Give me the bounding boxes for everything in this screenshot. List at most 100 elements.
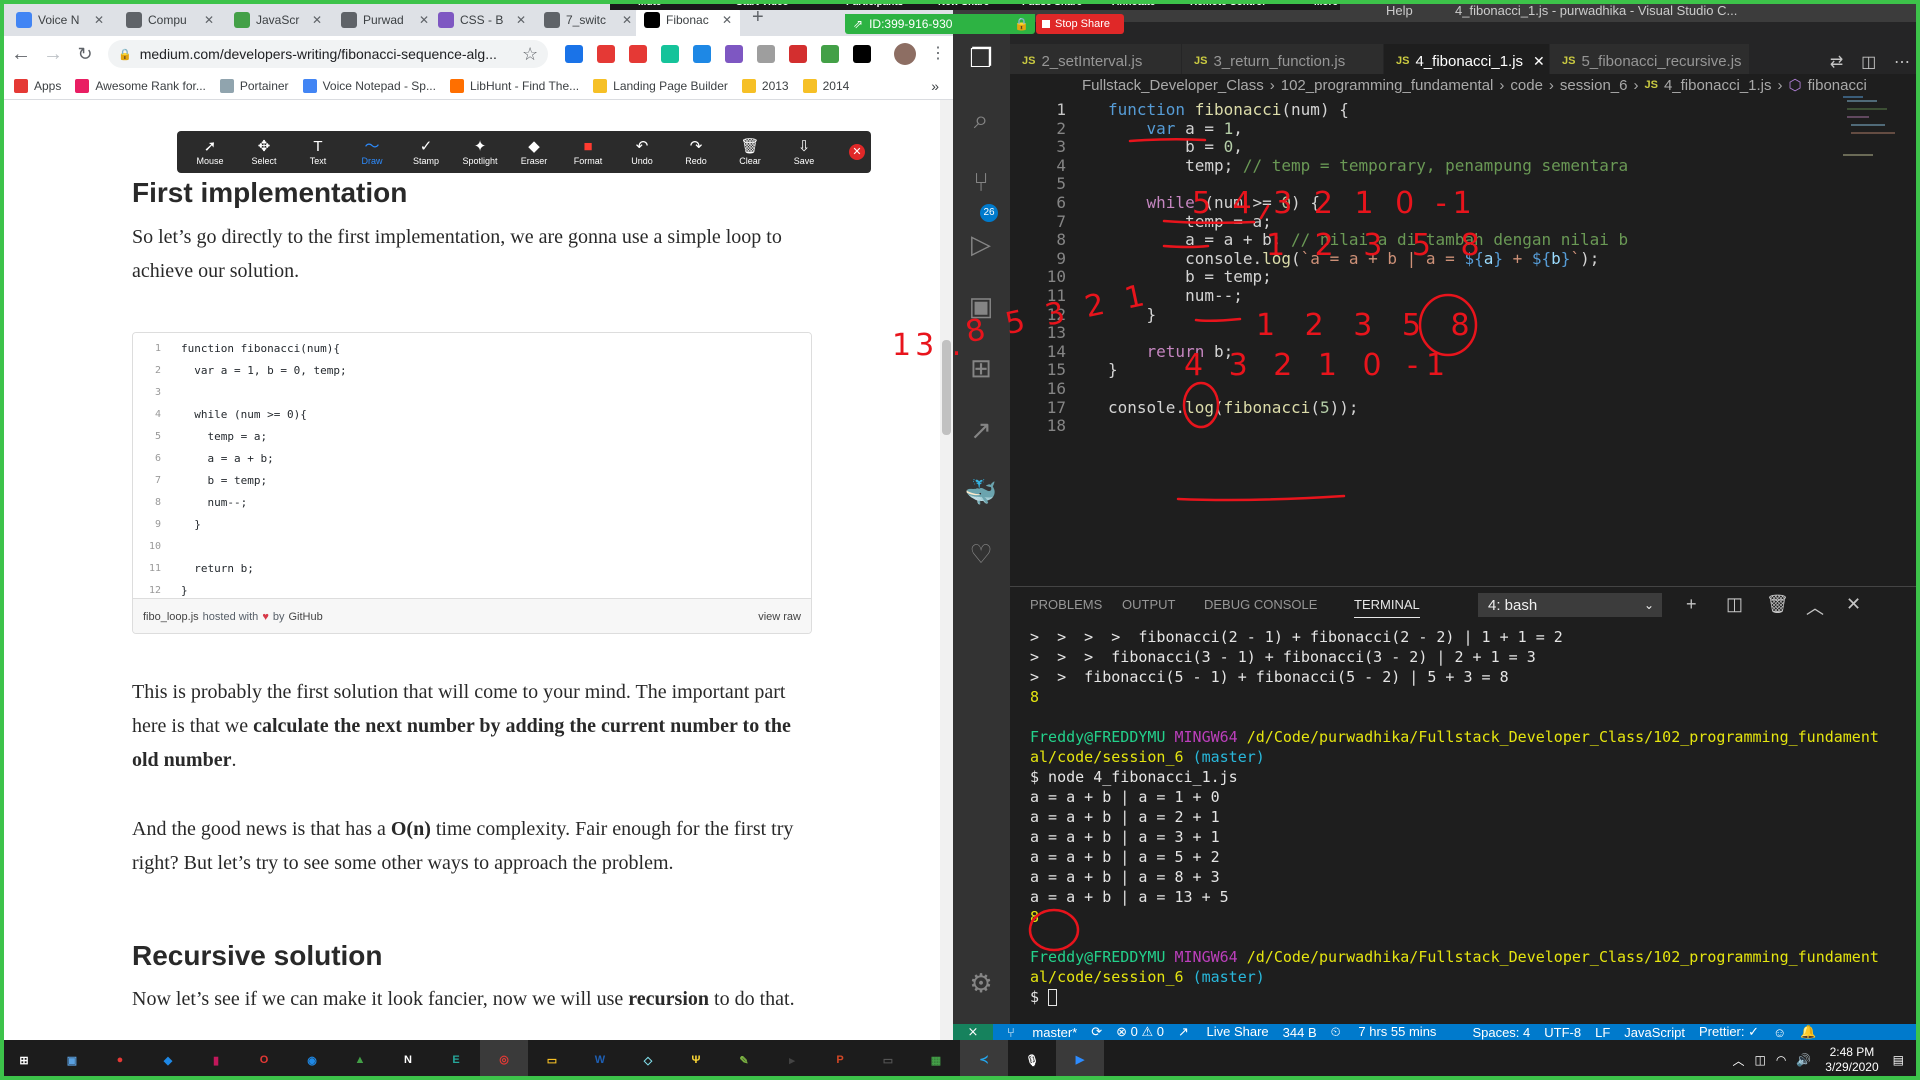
ext-face-icon[interactable] xyxy=(725,45,743,63)
code-editor[interactable]: 1 function fibonacci(num) {2 var a = 1, 3 … xyxy=(1010,96,1920,576)
word-taskbar-button[interactable]: W xyxy=(576,1040,624,1080)
maps-taskbar-button[interactable]: ◉ xyxy=(288,1040,336,1080)
action-center-icon[interactable]: ▤ xyxy=(1893,1053,1904,1067)
explorer-icon[interactable]: ❐ xyxy=(965,42,997,74)
vscode-taskbar-button[interactable]: ≺ xyxy=(960,1040,1008,1080)
debug-icon[interactable]: ▷ xyxy=(965,228,997,260)
close-tab-icon[interactable]: ✕ xyxy=(1533,53,1545,70)
windows-start-taskbar-button[interactable]: ⊞ xyxy=(0,1040,48,1080)
source-control-icon[interactable]: ⑂ xyxy=(965,166,997,198)
more-actions-icon[interactable]: ⋯ xyxy=(1894,54,1910,71)
testing-icon[interactable]: ♡ xyxy=(965,538,997,570)
remote-indicator-icon[interactable]: ⨯ xyxy=(953,1024,993,1040)
reload-button[interactable]: ↻ xyxy=(70,39,100,69)
browser-tab[interactable]: Compu ✕ xyxy=(118,4,222,36)
annotate-select-button[interactable]: ✥ Select xyxy=(237,131,291,173)
close-panel-icon[interactable]: ✕ xyxy=(1846,594,1861,615)
annotate-draw-button[interactable]: 〜 Draw xyxy=(345,131,399,173)
breadcrumb-item[interactable]: 4_fibonacci_1.js xyxy=(1664,77,1772,94)
status-branch[interactable]: ⑂ master* xyxy=(1007,1025,1077,1040)
extensions-icon[interactable]: ⊞ xyxy=(965,352,997,384)
new-terminal-icon[interactable]: + xyxy=(1686,594,1697,615)
tab-problems[interactable]: PROBLEMS xyxy=(1030,597,1102,612)
zoom-control-start-video[interactable]: Start Video xyxy=(736,0,789,8)
zoom-control-participants[interactable]: Participants xyxy=(846,0,903,8)
close-tab-icon[interactable]: ✕ xyxy=(512,13,526,27)
app-multi-taskbar-button[interactable]: ▦ xyxy=(912,1040,960,1080)
bookmark-item[interactable]: Portainer xyxy=(219,78,289,93)
notion-icon[interactable] xyxy=(853,45,871,63)
powerpoint-taskbar-button[interactable]: P xyxy=(816,1040,864,1080)
ext-v-icon[interactable] xyxy=(565,45,583,63)
terminal-output[interactable]: > > > > fibonacci(2 - 1) + fibonacci(2 -… xyxy=(1010,627,1920,1025)
annotate-stamp-button[interactable]: ✓ Stamp xyxy=(399,131,453,173)
annotate-eraser-button[interactable]: ◆ Eraser xyxy=(507,131,561,173)
bookmark-item[interactable]: 2014 xyxy=(802,78,849,93)
close-tab-icon[interactable]: ✕ xyxy=(308,13,322,27)
split-editor-icon[interactable]: ◫ xyxy=(1861,54,1876,71)
kill-terminal-icon[interactable]: 🗑 xyxy=(1766,594,1789,615)
terminal-pink-taskbar-button[interactable]: ▮ xyxy=(192,1040,240,1080)
live-share-icon[interactable]: ↗ xyxy=(965,414,997,446)
annotate-save-button[interactable]: ⇩ Save xyxy=(777,131,831,173)
clock[interactable]: 2:48 PM 3/29/2020 xyxy=(1825,1045,1878,1075)
close-tab-icon[interactable]: ✕ xyxy=(415,13,429,27)
tab-debug-console[interactable]: DEBUG CONSOLE xyxy=(1204,597,1317,612)
photos-taskbar-button[interactable]: ● xyxy=(96,1040,144,1080)
bookmark-star-icon[interactable]: ☆ xyxy=(522,44,538,65)
annotate-format-button[interactable]: ■ Format xyxy=(561,131,615,173)
terminal-taskbar-button[interactable]: ▭ xyxy=(864,1040,912,1080)
search-icon[interactable]: ⌕ xyxy=(965,104,997,136)
close-tab-icon[interactable]: ✕ xyxy=(90,13,104,27)
notion-taskbar-button[interactable]: N xyxy=(384,1040,432,1080)
stop-share-button[interactable]: Stop Share xyxy=(1036,14,1124,34)
zoom-control-more[interactable]: More xyxy=(1314,0,1338,8)
app-cyan-taskbar-button[interactable]: ◇ xyxy=(624,1040,672,1080)
ext-blue-icon[interactable] xyxy=(693,45,711,63)
status-spaces[interactable]: Spaces: 4 xyxy=(1472,1025,1530,1040)
bookmark-item[interactable]: LibHunt - Find The... xyxy=(449,78,579,93)
split-terminal-icon[interactable]: ◫ xyxy=(1726,594,1743,615)
editor-tab[interactable]: JS 2_setInterval.js xyxy=(1010,44,1182,78)
breadcrumb-item[interactable]: code xyxy=(1510,77,1543,94)
scrollbar-thumb[interactable] xyxy=(942,340,951,435)
page-scrollbar[interactable] xyxy=(940,100,953,1040)
breadcrumb-item[interactable]: 102_programming_fundamental xyxy=(1281,77,1494,94)
zoom-control-new-share[interactable]: New Share xyxy=(938,0,989,8)
editor-tab[interactable]: JS 5_fibonacci_recursive.js xyxy=(1550,44,1750,78)
forward-button[interactable]: → xyxy=(38,39,68,69)
status-encoding[interactable]: UTF-8 xyxy=(1544,1025,1581,1040)
app-teal-taskbar-button[interactable]: E xyxy=(432,1040,480,1080)
microphone-taskbar-button[interactable]: 🎙 xyxy=(1008,1040,1056,1080)
breadcrumb-item[interactable]: Fullstack_Developer_Class xyxy=(1082,77,1264,94)
annotate-redo-button[interactable]: ↷ Redo xyxy=(669,131,723,173)
annotate-spotlight-button[interactable]: ✦ Spotlight xyxy=(453,131,507,173)
address-bar[interactable]: 🔒 medium.com/developers-writing/fibonacc… xyxy=(108,40,548,68)
compare-icon[interactable]: ⇄ xyxy=(1830,54,1843,71)
tab-terminal[interactable]: TERMINAL xyxy=(1354,597,1420,618)
tray-expand-icon[interactable]: ︿ xyxy=(1732,1052,1744,1069)
gist-filename[interactable]: fibo_loop.js xyxy=(143,611,199,623)
status-eol[interactable]: LF xyxy=(1595,1025,1610,1040)
chrome-menu-icon[interactable]: ⋮ xyxy=(930,43,946,63)
close-tab-icon[interactable]: ✕ xyxy=(200,13,214,27)
status-language[interactable]: JavaScript xyxy=(1624,1025,1685,1040)
minimap[interactable] xyxy=(1843,96,1913,176)
docker-icon[interactable]: 🐳 xyxy=(965,476,997,508)
gist-github-link[interactable]: GitHub xyxy=(288,611,322,623)
browser-tab[interactable]: JavaScr ✕ xyxy=(226,4,330,36)
browser-tab[interactable]: CSS - B ✕ xyxy=(430,4,534,36)
volume-icon[interactable]: 🔊 xyxy=(1796,1053,1811,1067)
terminal-select[interactable]: 4: bash ⌄ xyxy=(1478,593,1662,617)
back-button[interactable]: ← xyxy=(6,39,36,69)
zoom-taskbar-button[interactable]: ▶ xyxy=(1056,1040,1104,1080)
cmd-taskbar-button[interactable]: ▸ xyxy=(768,1040,816,1080)
bookmarks-overflow-icon[interactable]: » xyxy=(931,78,939,94)
browser-tab[interactable]: Purwad ✕ xyxy=(333,4,437,36)
opera-taskbar-button[interactable]: O xyxy=(240,1040,288,1080)
notepad-green-taskbar-button[interactable]: ✎ xyxy=(720,1040,768,1080)
close-annotate-button[interactable]: ✕ xyxy=(849,144,865,160)
sync-icon[interactable]: ⟳ xyxy=(1091,1024,1102,1040)
app-green-taskbar-button[interactable]: ▲ xyxy=(336,1040,384,1080)
status-liveshare[interactable]: ↗ Live Share xyxy=(1178,1024,1269,1040)
